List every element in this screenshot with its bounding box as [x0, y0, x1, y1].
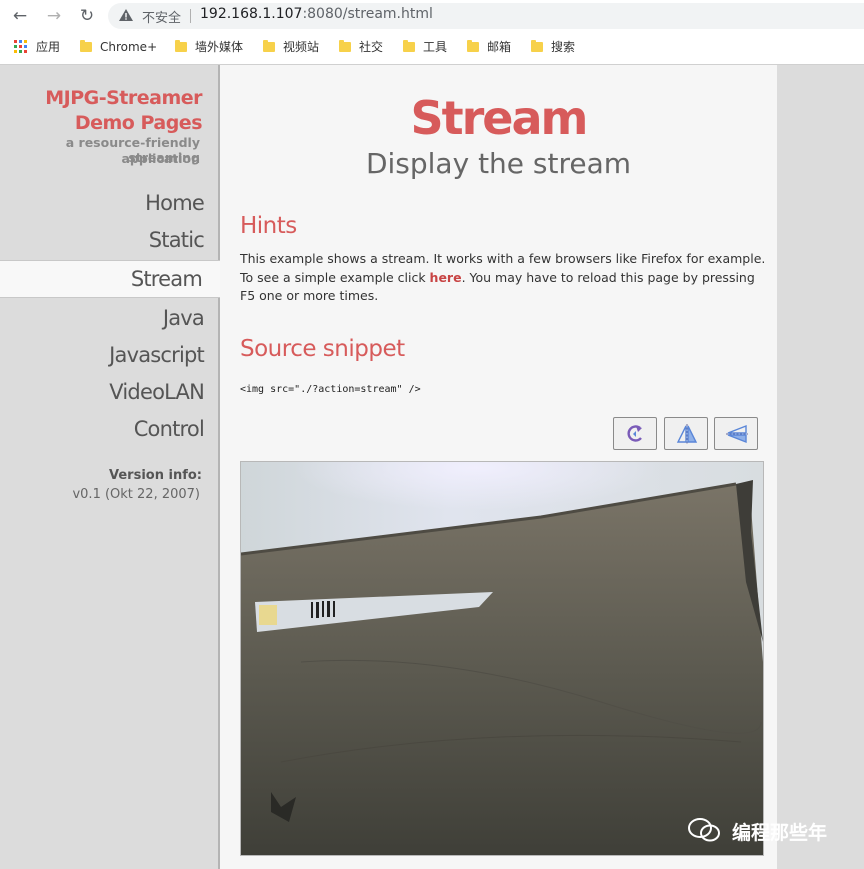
flip-vertical-button[interactable] [664, 417, 708, 450]
camera-frame-image [241, 462, 763, 855]
hints-heading: Hints [240, 213, 297, 239]
back-arrow-icon[interactable]: ← [9, 5, 31, 27]
folder-icon [403, 40, 415, 52]
sidebar-item-home[interactable]: Home [145, 191, 205, 215]
wechat-icon [688, 818, 720, 842]
bookmark-tools[interactable]: 工具 [403, 39, 447, 55]
folder-icon [175, 40, 187, 52]
flip-vertical-icon [676, 424, 698, 444]
bookmark-apps[interactable]: 应用 [14, 39, 60, 55]
reload-icon[interactable]: ↻ [76, 5, 98, 27]
folder-icon [339, 40, 351, 52]
sidebar-item-javascript[interactable]: Javascript [109, 343, 205, 367]
security-label: 不安全 [142, 11, 182, 26]
bookmark-label: 搜索 [551, 40, 576, 54]
flip-horizontal-icon [726, 424, 748, 444]
bookmark-label: Chrome+ [100, 40, 158, 54]
bookmark-social[interactable]: 社交 [339, 39, 383, 55]
watermark-text: 编程那些年 [732, 822, 828, 844]
page-title: Stream [410, 91, 589, 145]
logo-title-line2: Demo Pages [74, 112, 203, 134]
browser-toolbar: ← → ↻ 不安全 192.168.1.107:8080/stream.html [0, 0, 864, 31]
main-content: Stream Display the stream Hints This exa… [220, 65, 777, 869]
apps-grid-icon [14, 40, 27, 53]
url-path: :8080/stream.html [302, 6, 433, 22]
bookmark-label: 墙外媒体 [195, 40, 244, 54]
sidebar-item-control[interactable]: Control [134, 417, 205, 441]
bookmark-label: 社交 [359, 40, 384, 54]
version-label: Version info: [109, 468, 202, 483]
bookmark-search[interactable]: 搜索 [531, 39, 575, 55]
folder-icon [531, 40, 543, 52]
bookmark-overseas-media[interactable]: 墙外媒体 [175, 39, 243, 55]
bookmark-video-sites[interactable]: 视频站 [263, 39, 319, 55]
here-link[interactable]: here [430, 270, 462, 285]
right-gutter [777, 65, 864, 869]
bookmark-label: 应用 [36, 40, 61, 54]
flip-horizontal-button[interactable] [714, 417, 758, 450]
sidebar-item-static[interactable]: Static [149, 228, 205, 252]
page-subtitle: Display the stream [365, 147, 632, 180]
bookmark-label: 工具 [423, 40, 448, 54]
bookmarks-bar: 应用 Chrome+ 墙外媒体 视频站 社交 工具 邮箱 搜索 [0, 31, 864, 65]
folder-icon [80, 40, 92, 52]
hints-paragraph: This example shows a stream. It works wi… [240, 250, 770, 306]
sidebar-item-java[interactable]: Java [163, 306, 205, 330]
version-value: v0.1 (Okt 22, 2007) [72, 487, 200, 502]
sidebar-item-videolan[interactable]: VideoLAN [109, 380, 205, 404]
bookmark-chrome-plus[interactable]: Chrome+ [80, 39, 157, 55]
bookmark-mail[interactable]: 邮箱 [467, 39, 511, 55]
sidebar: MJPG-Streamer Demo Pages a resource-frie… [0, 65, 220, 869]
folder-icon [467, 40, 479, 52]
rotate-button[interactable] [613, 417, 657, 450]
logo-title-line1: MJPG-Streamer [45, 87, 202, 109]
source-snippet: <img src="./?action=stream" /> [240, 384, 421, 395]
bookmark-label: 邮箱 [487, 40, 512, 54]
rotate-icon [627, 425, 642, 442]
snippet-heading: Source snippet [240, 336, 405, 362]
warning-icon [119, 9, 133, 21]
forward-arrow-icon[interactable]: → [43, 5, 65, 27]
sidebar-item-stream[interactable]: Stream [131, 267, 203, 291]
address-divider [190, 9, 191, 23]
url-text[interactable]: 192.168.1.107:8080/stream.html [200, 6, 433, 22]
folder-icon [263, 40, 275, 52]
tagline-line2: application [121, 151, 201, 166]
bookmark-label: 视频站 [283, 40, 320, 54]
url-host: 192.168.1.107 [200, 6, 303, 22]
video-stream [240, 461, 764, 856]
